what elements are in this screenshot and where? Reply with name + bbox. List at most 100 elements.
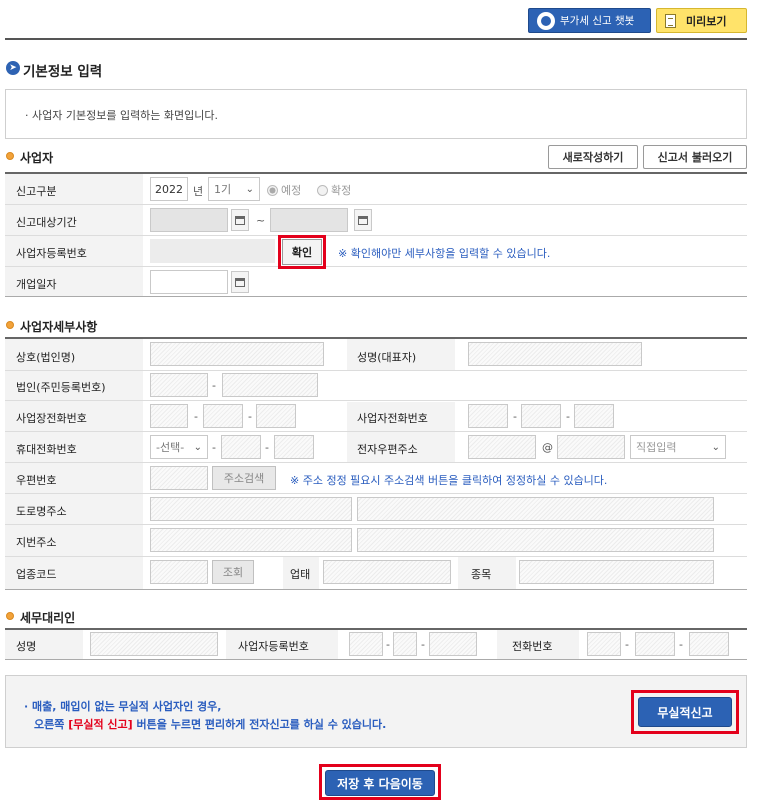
biz-type-input[interactable] (323, 560, 451, 584)
dash: - (265, 441, 269, 454)
row-divider (5, 431, 747, 432)
label-road-address: 도로명주소 (16, 505, 67, 518)
email-domain-input[interactable] (557, 435, 625, 459)
period-start-input[interactable] (150, 208, 228, 232)
label-biz-phone: 사업장전화번호 (16, 412, 87, 425)
row-divider (5, 462, 747, 463)
year-input[interactable]: 2022 (150, 177, 188, 201)
agent-phone-1-input[interactable] (587, 632, 621, 656)
dash: - (212, 379, 216, 392)
chatbot-icon (537, 11, 555, 30)
lot-address-detail-input[interactable] (357, 528, 714, 552)
ceo-input[interactable] (468, 342, 642, 366)
calendar-icon[interactable] (231, 209, 249, 231)
period-end-input[interactable] (270, 208, 348, 232)
top-divider (5, 38, 747, 40)
corp-no-front-input[interactable] (150, 373, 208, 397)
row-divider (5, 296, 747, 297)
zip-input[interactable] (150, 466, 208, 490)
agent-phone-2-input[interactable] (635, 632, 675, 656)
company-input[interactable] (150, 342, 324, 366)
mobile-2-input[interactable] (221, 435, 261, 459)
dash: - (386, 638, 390, 651)
dash: - (421, 638, 425, 651)
section-bullet-icon (6, 152, 14, 160)
confirm-button[interactable]: 확인 (282, 239, 322, 265)
label-open-date: 개업일자 (16, 278, 57, 291)
at-sign: @ (542, 441, 553, 454)
radio-final-label: 확정 (331, 184, 352, 197)
label-biz-item: 종목 (471, 568, 492, 581)
notice-text: · 사업자 기본정보를 입력하는 화면입니다. (25, 109, 219, 122)
agent-reg-3-input[interactable] (429, 632, 477, 656)
biz-phone-1-input[interactable] (150, 404, 188, 428)
preview-button[interactable]: 미리보기 (656, 8, 747, 33)
label-biz-type: 업태 (290, 568, 311, 581)
period-tilde: ~ (256, 214, 266, 227)
row-divider (5, 370, 747, 371)
dash: - (625, 638, 629, 651)
row-divider (5, 266, 747, 267)
agent-reg-1-input[interactable] (349, 632, 383, 656)
load-report-button[interactable]: 신고서 불러오기 (643, 145, 747, 169)
radio-final-dot[interactable] (317, 184, 328, 196)
road-address-input[interactable] (150, 497, 352, 521)
term-select-value: 1기 (214, 183, 232, 196)
road-address-detail-input[interactable] (357, 497, 714, 521)
biz-tel-2-input[interactable] (521, 404, 561, 428)
year-unit: 년 (193, 185, 204, 198)
row-divider (5, 659, 747, 660)
label-agent-reg-no: 사업자등록번호 (238, 640, 309, 653)
address-search-button[interactable]: 주소검색 (212, 466, 276, 490)
chevron-down-icon: ⌄ (193, 441, 202, 453)
label-ceo: 성명(대표자) (357, 351, 417, 364)
corp-no-back-input[interactable] (222, 373, 318, 397)
label-reg-no: 사업자등록번호 (16, 247, 87, 260)
row-divider (5, 204, 747, 205)
radio-planned-dot[interactable] (267, 184, 278, 196)
row-divider (5, 589, 747, 590)
agent-reg-2-input[interactable] (393, 632, 417, 656)
row-divider (5, 493, 747, 494)
calendar-icon[interactable] (354, 209, 372, 231)
lookup-button[interactable]: 조회 (212, 560, 254, 584)
address-hint: ※ 주소 정정 필요시 주소검색 버튼을 클릭하여 정정하실 수 있습니다. (290, 474, 608, 487)
reg-no-input[interactable] (150, 239, 275, 263)
industry-code-input[interactable] (150, 560, 208, 584)
label-agent-name: 성명 (16, 640, 37, 653)
row-divider (5, 556, 747, 557)
section-title-details: 사업자세부사항 (20, 320, 98, 334)
open-date-input[interactable] (150, 270, 228, 294)
mobile-prefix-select[interactable]: -선택- ⌄ (150, 435, 208, 459)
biz-tel-3-input[interactable] (574, 404, 614, 428)
mobile-3-input[interactable] (274, 435, 314, 459)
bottom-note-2: 오른쪽 [무실적 신고] 버튼을 누르면 편리하게 전자신고를 하실 수 있습니… (34, 716, 386, 732)
agent-phone-3-input[interactable] (689, 632, 729, 656)
dash: - (679, 638, 683, 651)
email-domain-select[interactable]: 직접입력 ⌄ (630, 435, 726, 459)
biz-tel-1-input[interactable] (468, 404, 508, 428)
biz-phone-3-input[interactable] (256, 404, 296, 428)
section-bullet-icon (6, 321, 14, 329)
biz-item-input[interactable] (519, 560, 714, 584)
lot-address-input[interactable] (150, 528, 352, 552)
label-period: 신고대상기간 (16, 216, 77, 229)
biz-phone-2-input[interactable] (203, 404, 243, 428)
arrow-right-icon: ➤ (6, 61, 20, 75)
chatbot-button[interactable]: 부가세 신고 챗봇 (528, 8, 651, 33)
term-select[interactable]: 1기 ⌄ (208, 177, 260, 201)
label-corp-no: 법인(주민등록번호) (16, 381, 106, 394)
calendar-icon[interactable] (231, 271, 249, 293)
save-next-button[interactable]: 저장 후 다음이동 (325, 770, 435, 796)
no-record-report-button[interactable]: 무실적신고 (638, 697, 732, 727)
radio-final[interactable]: 확정 (317, 182, 351, 198)
label-biz-tel: 사업자전화번호 (357, 412, 428, 425)
email-id-input[interactable] (468, 435, 536, 459)
chatbot-button-label: 부가세 신고 챗봇 (560, 15, 635, 27)
agent-name-input[interactable] (90, 632, 218, 656)
bottom-note-2-a: 오른쪽 (34, 718, 69, 731)
preview-button-label: 미리보기 (686, 14, 727, 28)
new-write-button[interactable]: 새로작성하기 (548, 145, 638, 169)
page-title: 기본정보 입력 (23, 64, 103, 80)
radio-planned[interactable]: 예정 (267, 182, 301, 198)
